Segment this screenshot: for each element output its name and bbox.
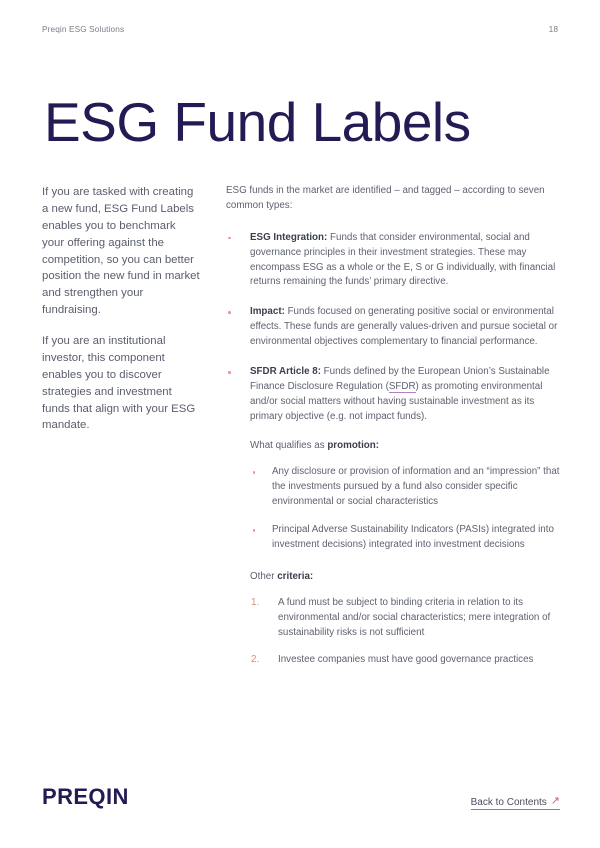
- promotion-item-text: Principal Adverse Sustainability Indicat…: [272, 524, 554, 551]
- bullet-dot-icon: [228, 236, 231, 240]
- promotion-heading: What qualifies as promotion:: [250, 439, 560, 454]
- list-item: 2. Investee companies must have good gov…: [250, 653, 560, 668]
- page-footer: PREQIN Back to Contents ↗: [42, 784, 560, 810]
- other-criteria-list: 1. A fund must be subject to binding cri…: [250, 596, 560, 669]
- left-paragraph-1: If you are tasked with creating a new fu…: [42, 186, 200, 317]
- document-page: Preqin ESG Solutions 18 ESG Fund Labels …: [0, 0, 600, 848]
- bullet-body: Funds focused on generating positive soc…: [250, 306, 558, 348]
- list-item: 1. A fund must be subject to binding cri…: [250, 596, 560, 641]
- page-number: 18: [548, 24, 558, 34]
- list-number: 2.: [251, 654, 260, 666]
- preqin-logo: PREQIN: [42, 784, 129, 809]
- bullet-dot-icon: [253, 471, 256, 474]
- list-item-sfdr: SFDR Article 8: Funds defined by the Eur…: [226, 365, 560, 668]
- left-column: If you are tasked with creating a new fu…: [42, 184, 200, 434]
- bullet-dot-icon: [253, 529, 256, 532]
- sfdr-link[interactable]: SFDR: [388, 380, 416, 393]
- arrow-up-right-icon: ↗: [550, 795, 560, 807]
- page-header: Preqin ESG Solutions 18: [42, 24, 558, 34]
- promotion-block: What qualifies as promotion: Any disclos…: [250, 439, 560, 553]
- list-item: Any disclosure or provision of informati…: [250, 465, 560, 510]
- left-paragraph-2: If you are an institutional investor, th…: [42, 335, 196, 432]
- bullet-lead: SFDR Article 8:: [250, 366, 321, 378]
- promotion-list: Any disclosure or provision of informati…: [250, 465, 560, 552]
- content-columns: If you are tasked with creating a new fu…: [42, 184, 560, 668]
- fund-type-list: ESG Integration: Funds that consider env…: [226, 231, 560, 669]
- header-label: Preqin ESG Solutions: [42, 25, 125, 34]
- page-title: ESG Fund Labels: [44, 90, 471, 153]
- promotion-item-text: Any disclosure or provision of informati…: [272, 466, 560, 508]
- list-number: 1.: [251, 596, 260, 608]
- back-to-contents-label: Back to Contents: [470, 797, 547, 808]
- bullet-dot-icon: [228, 371, 231, 374]
- promotion-heading-bold: promotion:: [327, 439, 380, 451]
- other-criteria-block: Other criteria: 1. A fund must be subjec…: [250, 570, 560, 668]
- bullet-dot-icon: [228, 311, 231, 314]
- other-criteria-heading: Other criteria:: [250, 570, 560, 585]
- bullet-lead: Impact:: [250, 306, 285, 318]
- promotion-heading-prefix: What qualifies as: [250, 439, 328, 451]
- back-to-contents-link[interactable]: Back to Contents ↗: [470, 795, 560, 810]
- other-heading-bold: criteria:: [277, 570, 314, 582]
- list-item: Impact: Funds focused on generating posi…: [226, 305, 560, 350]
- other-heading-prefix: Other: [250, 570, 278, 582]
- list-item: Principal Adverse Sustainability Indicat…: [250, 523, 560, 553]
- right-column: ESG funds in the market are identified –…: [226, 184, 560, 668]
- intro-paragraph: ESG funds in the market are identified –…: [226, 185, 545, 211]
- criteria-item-text: A fund must be subject to binding criter…: [278, 596, 551, 638]
- bullet-lead: ESG Integration:: [250, 231, 328, 243]
- criteria-item-text: Investee companies must have good govern…: [278, 654, 534, 666]
- list-item: ESG Integration: Funds that consider env…: [226, 231, 560, 291]
